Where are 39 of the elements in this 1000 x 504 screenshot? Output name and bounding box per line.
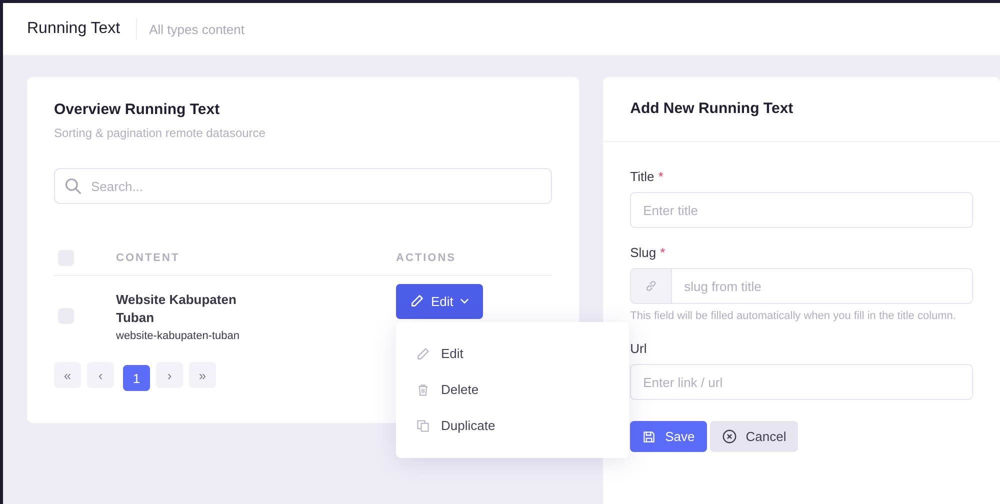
field-label: Url — [630, 341, 647, 356]
page-button[interactable]: « — [54, 362, 81, 388]
page-button[interactable]: » — [189, 362, 216, 388]
close-icon — [722, 429, 737, 444]
save-button[interactable]: Save — [630, 421, 707, 452]
pencil-icon — [410, 294, 424, 308]
pencil-icon — [416, 346, 430, 360]
input-field[interactable]: slug from title — [671, 268, 973, 304]
card-title: Overview Running Text — [54, 101, 221, 118]
card-title: Add New Running Text — [630, 100, 794, 117]
menu-item[interactable]: Edit — [396, 336, 629, 372]
input-field[interactable]: Enter link / url — [630, 364, 973, 400]
content-title: Website Kabupaten Tuban — [116, 290, 238, 326]
page-button[interactable]: ‹ — [87, 362, 114, 388]
help-text: This field will be filled automatically when you fill in the title column. — [630, 309, 957, 324]
content-slug: website-kabupaten-tuban — [116, 330, 241, 342]
column-header: ACTIONS — [396, 252, 457, 264]
column-header: CONTENT — [116, 252, 181, 264]
field-label: Title — [630, 169, 654, 184]
search-icon — [64, 177, 82, 195]
input-field[interactable]: Enter title — [630, 192, 973, 228]
edit-dropdown-button[interactable]: Edit — [396, 284, 484, 318]
copy-icon — [416, 418, 430, 432]
page-title: Running Text — [27, 20, 120, 38]
required-mark: * — [660, 245, 666, 260]
caret-icon — [460, 298, 470, 304]
link-icon — [644, 279, 658, 293]
menu-item[interactable]: Delete — [396, 372, 629, 408]
cancel-button[interactable]: Cancel — [710, 421, 798, 452]
page-button[interactable]: › — [156, 362, 183, 388]
field-label: Slug — [630, 245, 656, 260]
page-subtitle: All types content — [149, 22, 244, 36]
trash-icon — [416, 382, 430, 396]
menu-item[interactable]: Duplicate — [396, 408, 629, 444]
search-field[interactable]: Search... — [54, 168, 552, 204]
required-mark: * — [658, 169, 664, 184]
card-subtitle: Sorting & pagination remote datasource — [54, 126, 266, 140]
page-button[interactable]: 1 — [123, 365, 150, 391]
floppy-icon — [642, 430, 656, 444]
